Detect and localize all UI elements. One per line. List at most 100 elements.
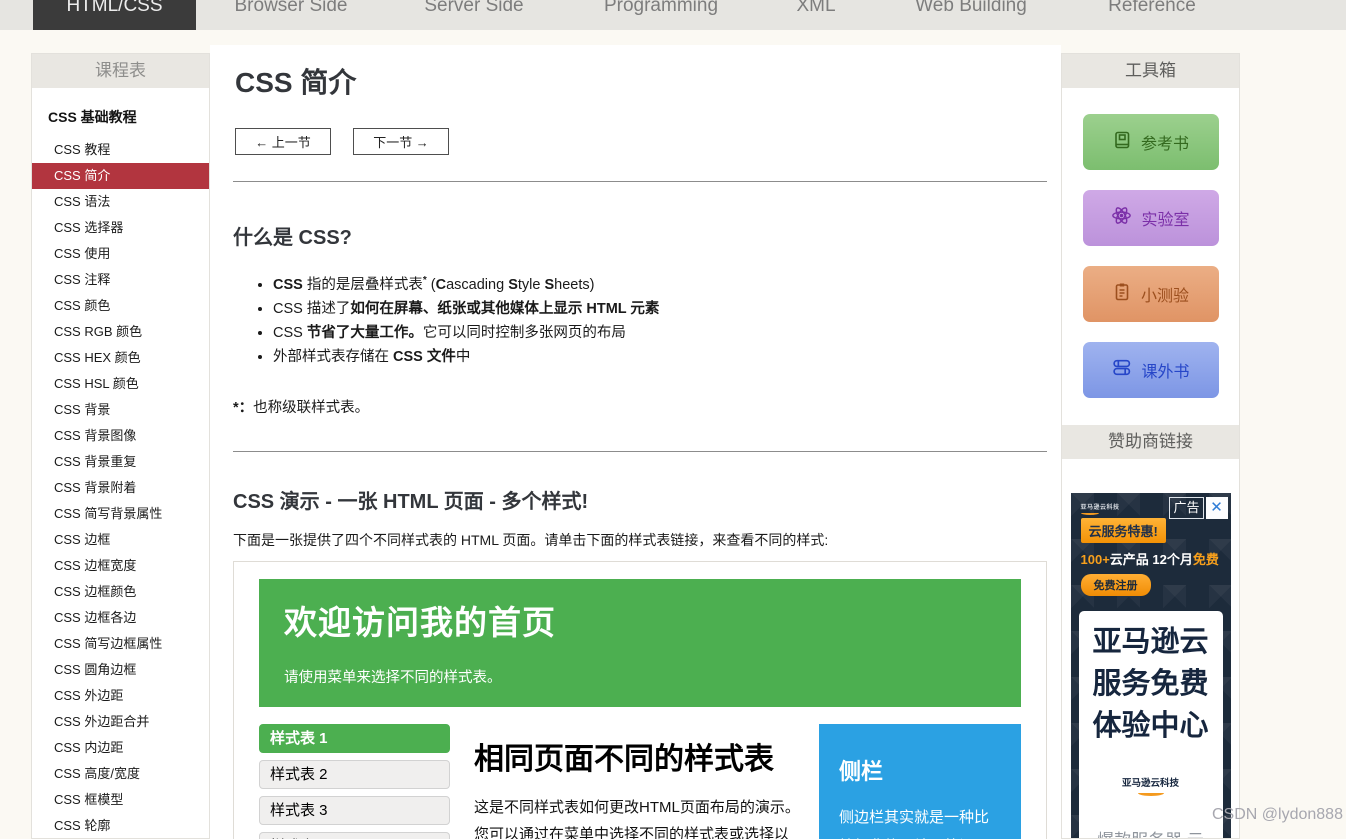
next-section-button[interactable]: 下一节 → [353,128,449,155]
bullet-item: CSS 指的是层叠样式表* (Cascading Style Sheets) [273,272,1047,294]
extracurricular-books-button[interactable]: 课外书 [1083,342,1219,398]
sidebar-item[interactable]: CSS 使用 [32,241,209,267]
sidebar-item[interactable]: CSS 边框 [32,527,209,553]
bullet-item: CSS 描述了如何在屏幕、纸张或其他媒体上显示 HTML 元素 [273,301,1047,318]
books-icon [1111,357,1132,383]
sidebar-item[interactable]: CSS 边框宽度 [32,553,209,579]
ad-controls: 广告 ✕ [1169,497,1227,519]
toolbox-button-label: 课外书 [1141,358,1189,382]
page-title: CSS 简介 [235,61,1047,101]
sidebar-item[interactable]: CSS 颜色 [32,293,209,319]
sidebar-item[interactable]: CSS 轮廓 [32,813,209,839]
sidebar-item[interactable]: CSS 语法 [32,189,209,215]
sidebar-item[interactable]: CSS 背景图像 [32,423,209,449]
divider [233,451,1047,452]
nav-tab-web-building[interactable]: Web Building [891,0,1051,30]
toolbox-sidebar: 工具箱 参考书 实验室 小测验 课外书 赞助商链接 亚马逊云科技 [1061,53,1240,839]
course-sidebar: 课程表 CSS 基础教程 CSS 教程CSS 简介CSS 语法CSS 选择器CS… [31,53,210,839]
demo-banner-subtitle: 请使用菜单来选择不同的样式表。 [284,666,996,687]
toolbox-button-label: 参考书 [1141,130,1189,154]
page: HTML/CSS Browser Side Server Side Progra… [0,0,1346,839]
ad-headline: 亚马逊云 服务免费 体验中心 [1079,611,1223,747]
demo-main: 相同页面不同的样式表 这是不同样式表如何更改HTML页面布局的演示。您可以通过在… [474,724,803,839]
demo-banner-title: 欢迎访问我的首页 [284,596,996,644]
nav-tab-programming[interactable]: Programming [581,0,741,30]
divider [233,181,1047,182]
footnote: *：也称级联样式表。 [233,396,1047,417]
demo-style-menu: 样式表 1样式表 2样式表 3样式表 4无样式表 [259,724,450,839]
sidebar-item[interactable]: CSS 选择器 [32,215,209,241]
nav-tab-xml[interactable]: XML [756,0,876,30]
toolbox-title: 工具箱 [1062,54,1239,88]
sidebar-item[interactable]: CSS 高度/宽度 [32,761,209,787]
sidebar-item[interactable]: CSS 简写边框属性 [32,631,209,657]
sidebar-item[interactable]: CSS 边框各边 [32,605,209,631]
sidebar-item[interactable]: CSS 外边距 [32,683,209,709]
ad-tag-label: 广告 [1169,497,1203,519]
sidebar-item[interactable]: CSS 注释 [32,267,209,293]
top-navigation: HTML/CSS Browser Side Server Side Progra… [0,0,1346,30]
csdn-watermark: CSDN @lydon888 [1212,806,1343,824]
sidebar-item[interactable]: CSS 圆角边框 [32,657,209,683]
laboratory-button[interactable]: 实验室 [1083,190,1219,246]
nav-tab-browser-side[interactable]: Browser Side [211,0,371,30]
sidebar-item[interactable]: CSS 简介 [32,163,209,189]
demo-stylesheet-menu-item[interactable]: 样式表 3 [259,796,450,825]
demo-banner: 欢迎访问我的首页 请使用菜单来选择不同的样式表。 [259,579,1021,707]
amazon-smile-icon [1081,511,1099,515]
toolbox-buttons: 参考书 实验室 小测验 课外书 [1062,88,1239,398]
sidebar-item[interactable]: CSS RGB 颜色 [32,319,209,345]
toolbox-button-label: 实验室 [1141,206,1189,230]
sponsor-links-title: 赞助商链接 [1062,425,1239,459]
demo-frame: 欢迎访问我的首页 请使用菜单来选择不同的样式表。 样式表 1 样式表 2 样式表 3… [233,561,1047,839]
close-icon[interactable]: ✕ [1206,497,1228,519]
ad-brand-logo-top: 亚马逊云科技 [1081,502,1120,515]
bullet-item: 外部样式表存储在 CSS 文件中 [273,349,1047,366]
sidebar-item[interactable]: CSS 框模型 [32,787,209,813]
sidebar-item[interactable]: CSS 外边距合并 [32,709,209,735]
clipboard-icon [1112,282,1132,307]
sidebar-item[interactable]: CSS 背景重复 [32,449,209,475]
ad-brand-logo: 亚马逊云科技 [1079,775,1223,796]
course-list: CSS 教程CSS 简介CSS 语法CSS 选择器CSS 使用CSS 注释CSS… [32,137,209,839]
demo-main-title: 相同页面不同的样式表 [474,734,803,778]
ad-bottom-text: 爆款服务器 云 [1079,826,1223,839]
ad-register-button[interactable]: 免费注册 [1081,574,1151,596]
demo-body: 样式表 1样式表 2样式表 3样式表 4无样式表 相同页面不同的样式表 这是不同… [259,724,1021,839]
prev-section-button[interactable]: ← 上一节 [235,128,331,155]
sidebar-item[interactable]: CSS 内边距 [32,735,209,761]
demo-stylesheet-menu-item[interactable]: 样式表 2 [259,760,450,789]
ad-offer-line: 100+云产品 12个月免费 [1081,549,1219,568]
nav-tab-reference[interactable]: Reference [1072,0,1232,30]
demo-aside: 侧栏 侧边栏其实就是一种比较经典的网站导航设计，它的形式通常为竖向的一列，展示在… [819,724,1021,839]
what-is-css-heading: 什么是 CSS? [233,221,1047,250]
toolbox-button-label: 小测验 [1141,282,1189,306]
css-demo-heading: CSS 演示 - 一张 HTML 页面 - 多个样式! [233,485,1047,514]
sidebar-item[interactable]: CSS 背景 [32,397,209,423]
book-icon [1112,130,1132,155]
sidebar-item[interactable]: CSS 背景附着 [32,475,209,501]
nav-tab-html-css[interactable]: HTML/CSS [33,0,196,30]
demo-aside-text: 侧边栏其实就是一种比较经典的网站导航设计，它的形式通常为竖向的一列，展示在网站的… [839,803,1001,839]
sponsor-ad[interactable]: 亚马逊云科技 广告 ✕ 云服务特惠! 100+云产品 12个月免费 免费注册 亚… [1071,493,1231,839]
css-demo-intro: 下面是一张提供了四个不同样式表的 HTML 页面。请单击下面的样式表链接，来查看… [233,530,1047,550]
demo-stylesheet-menu-item[interactable]: 样式表 4 [259,832,450,839]
ad-badge: 云服务特惠! [1081,518,1166,543]
course-sidebar-title: 课程表 [32,54,209,88]
quiz-button[interactable]: 小测验 [1083,266,1219,322]
nav-tab-server-side[interactable]: Server Side [394,0,554,30]
demo-stylesheet-menu-item[interactable]: 样式表 1 [259,724,450,753]
sidebar-item[interactable]: CSS 边框颜色 [32,579,209,605]
sidebar-item[interactable]: CSS 简写背景属性 [32,501,209,527]
demo-main-text-body: 这是不同样式表如何更改HTML页面布局的演示。您可以通过在菜单中选择不同的样式表… [474,799,800,839]
main-content: CSS 简介 ← 上一节 下一节 → 什么是 CSS? CSS 指的是层叠样式表… [233,45,1047,839]
reference-book-button[interactable]: 参考书 [1083,114,1219,170]
sidebar-item[interactable]: CSS 教程 [32,137,209,163]
sidebar-item[interactable]: CSS HEX 颜色 [32,345,209,371]
pager: ← 上一节 下一节 → [235,128,1047,155]
amazon-smile-icon [1138,790,1164,796]
demo-aside-title: 侧栏 [839,754,1001,786]
css-bullets: CSS 指的是层叠样式表* (Cascading Style Sheets) CS… [233,272,1047,366]
sidebar-item[interactable]: CSS HSL 颜色 [32,371,209,397]
course-section-title: CSS 基础教程 [32,88,209,137]
